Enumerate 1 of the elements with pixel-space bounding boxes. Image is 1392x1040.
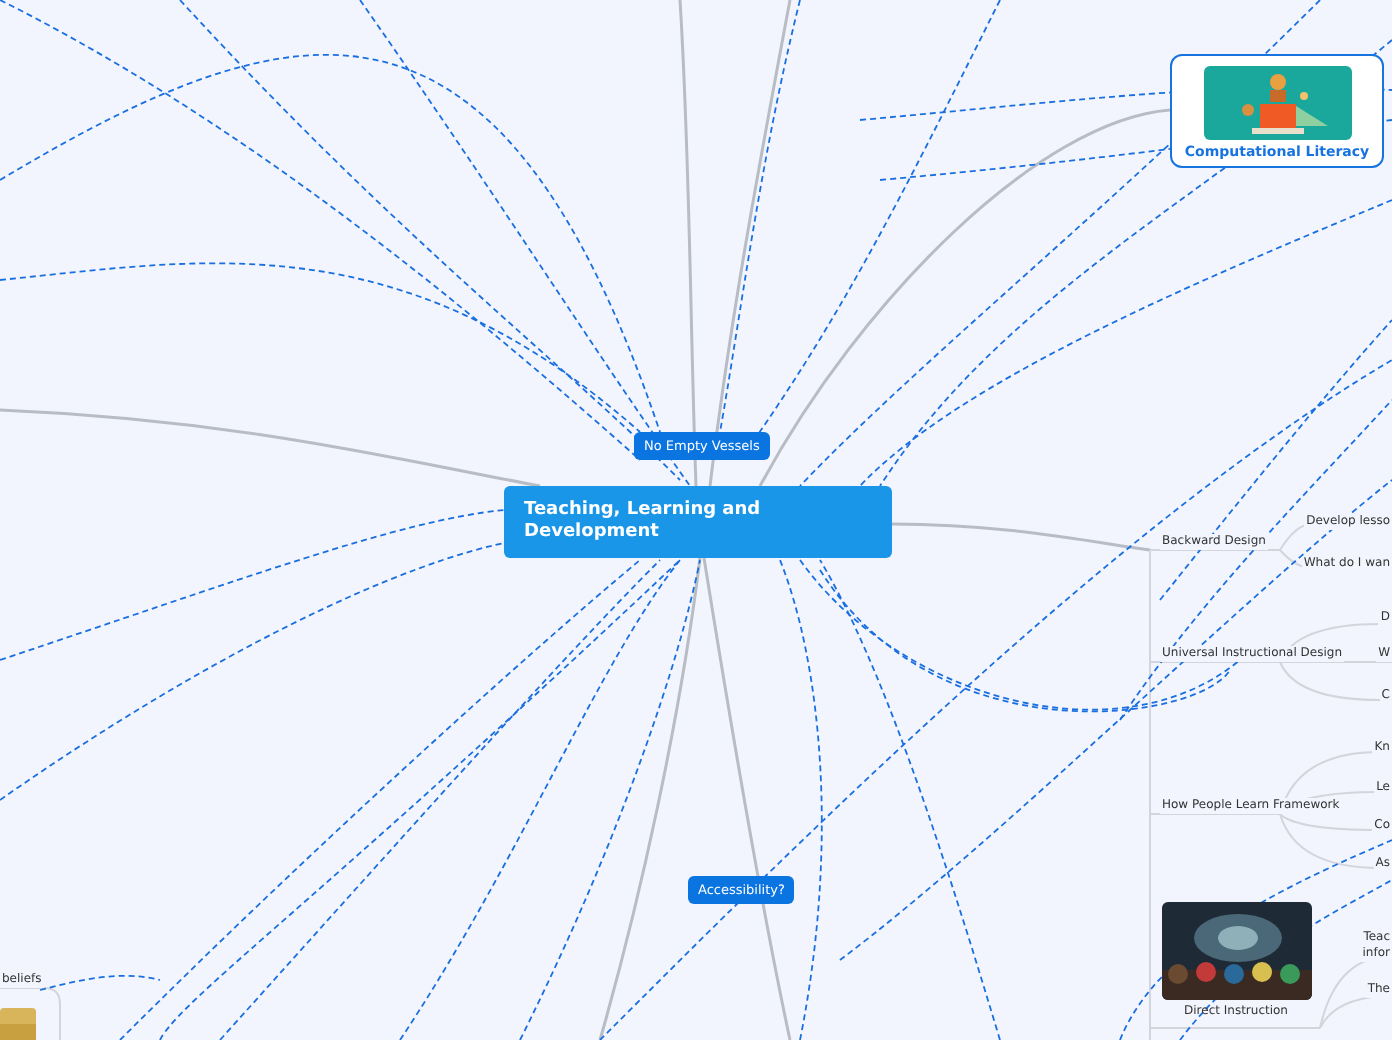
- connector-line: [0, 987, 61, 1040]
